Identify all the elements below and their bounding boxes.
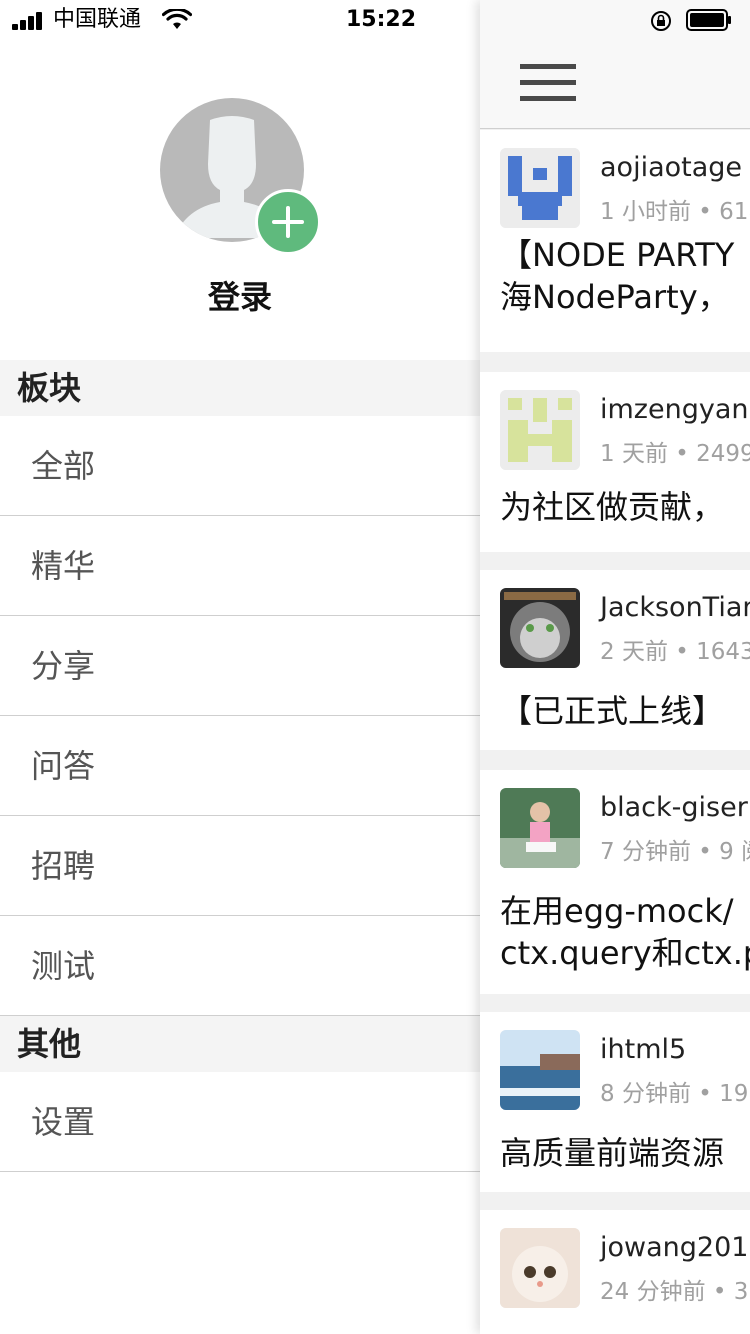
battery-icon	[686, 9, 731, 31]
topic-title-line: 【NODE PARTY	[500, 236, 735, 274]
menu-item-job[interactable]: 招聘	[0, 816, 480, 916]
author-name[interactable]: jowang2016	[600, 1232, 750, 1263]
menu-item-share[interactable]: 分享	[0, 616, 480, 716]
topic-meta: 7 分钟前 • 9 阅	[600, 839, 750, 865]
author-avatar[interactable]	[500, 788, 580, 868]
user-avatar[interactable]	[160, 98, 322, 258]
topic-meta: 1 小时前 • 618	[600, 199, 750, 225]
add-plus-icon[interactable]	[255, 189, 321, 255]
topic-title[interactable]: 【已正式上线】	[500, 690, 750, 732]
topic-card[interactable]: ihtml5 8 分钟前 • 19 高质量前端资源	[480, 1012, 750, 1192]
topic-meta: 8 分钟前 • 19	[600, 1081, 749, 1107]
topic-card[interactable]: aojiaotage 1 小时前 • 618 【NODE PARTY 海Node…	[480, 130, 750, 352]
topic-card[interactable]: JacksonTian 2 天前 • 1643 【已正式上线】	[480, 570, 750, 750]
topic-card[interactable]: imzengyang 1 天前 • 2499 为社区做贡献，	[480, 372, 750, 552]
author-name[interactable]: aojiaotage	[600, 152, 742, 183]
menu-item-test[interactable]: 测试	[0, 916, 480, 1016]
topic-meta: 1 天前 • 2499	[600, 441, 750, 467]
topic-title-line: 高质量前端资源	[500, 1134, 725, 1172]
menu-item-good[interactable]: 精华	[0, 516, 480, 616]
menu-item-all[interactable]: 全部	[0, 416, 480, 516]
author-avatar[interactable]	[500, 390, 580, 470]
topic-card[interactable]: black-giser 7 分钟前 • 9 阅 在用egg-mock/ ctx.…	[480, 770, 750, 994]
orientation-lock-icon	[651, 11, 671, 31]
topic-title-line: ctx.query和ctx.p	[500, 934, 750, 972]
topic-title[interactable]: 在用egg-mock/ ctx.query和ctx.p	[500, 890, 750, 974]
author-avatar[interactable]	[500, 1030, 580, 1110]
menu-item-ask[interactable]: 问答	[0, 716, 480, 816]
author-avatar[interactable]	[500, 1228, 580, 1308]
topic-meta: 2 天前 • 1643	[600, 639, 750, 665]
topic-card[interactable]: jowang2016 24 分钟前 • 3	[480, 1210, 750, 1334]
topic-title-line: 为社区做贡献，	[500, 488, 725, 526]
wifi-icon	[162, 9, 192, 29]
topic-meta: 24 分钟前 • 3	[600, 1279, 749, 1305]
carrier-name: 中国联通	[53, 7, 142, 32]
login-button[interactable]: 登录	[0, 272, 480, 318]
status-bar: 中国联通 15:22	[0, 0, 750, 40]
topic-title[interactable]: 高质量前端资源	[500, 1132, 750, 1174]
topic-title[interactable]: 为社区做贡献，	[500, 486, 750, 528]
topic-list-screen: aojiaotage 1 小时前 • 618 【NODE PARTY 海Node…	[480, 0, 750, 1334]
author-name[interactable]: JacksonTian	[600, 592, 750, 623]
author-avatar[interactable]	[500, 588, 580, 668]
side-drawer: 登录 板块 全部 精华 分享 问答 招聘 测试 其他 设置	[0, 0, 480, 1334]
section-header-other: 其他	[0, 1016, 480, 1072]
topic-title-line: 在用egg-mock/	[500, 892, 734, 930]
topic-title-line: 【已正式上线】	[500, 692, 725, 730]
author-name[interactable]: ihtml5	[600, 1034, 686, 1065]
section-header-boards: 板块	[0, 360, 480, 416]
author-name[interactable]: imzengyang	[600, 394, 750, 425]
signal-strength-icon	[12, 12, 46, 30]
hamburger-menu-icon[interactable]	[520, 64, 576, 102]
menu-item-settings[interactable]: 设置	[0, 1072, 480, 1172]
author-name[interactable]: black-giser	[600, 792, 748, 823]
author-avatar[interactable]	[500, 148, 580, 228]
topic-title[interactable]: 【NODE PARTY 海NodeParty，	[500, 234, 750, 318]
status-time: 15:22	[346, 7, 417, 32]
topic-title-line: 海NodeParty，	[500, 278, 730, 316]
